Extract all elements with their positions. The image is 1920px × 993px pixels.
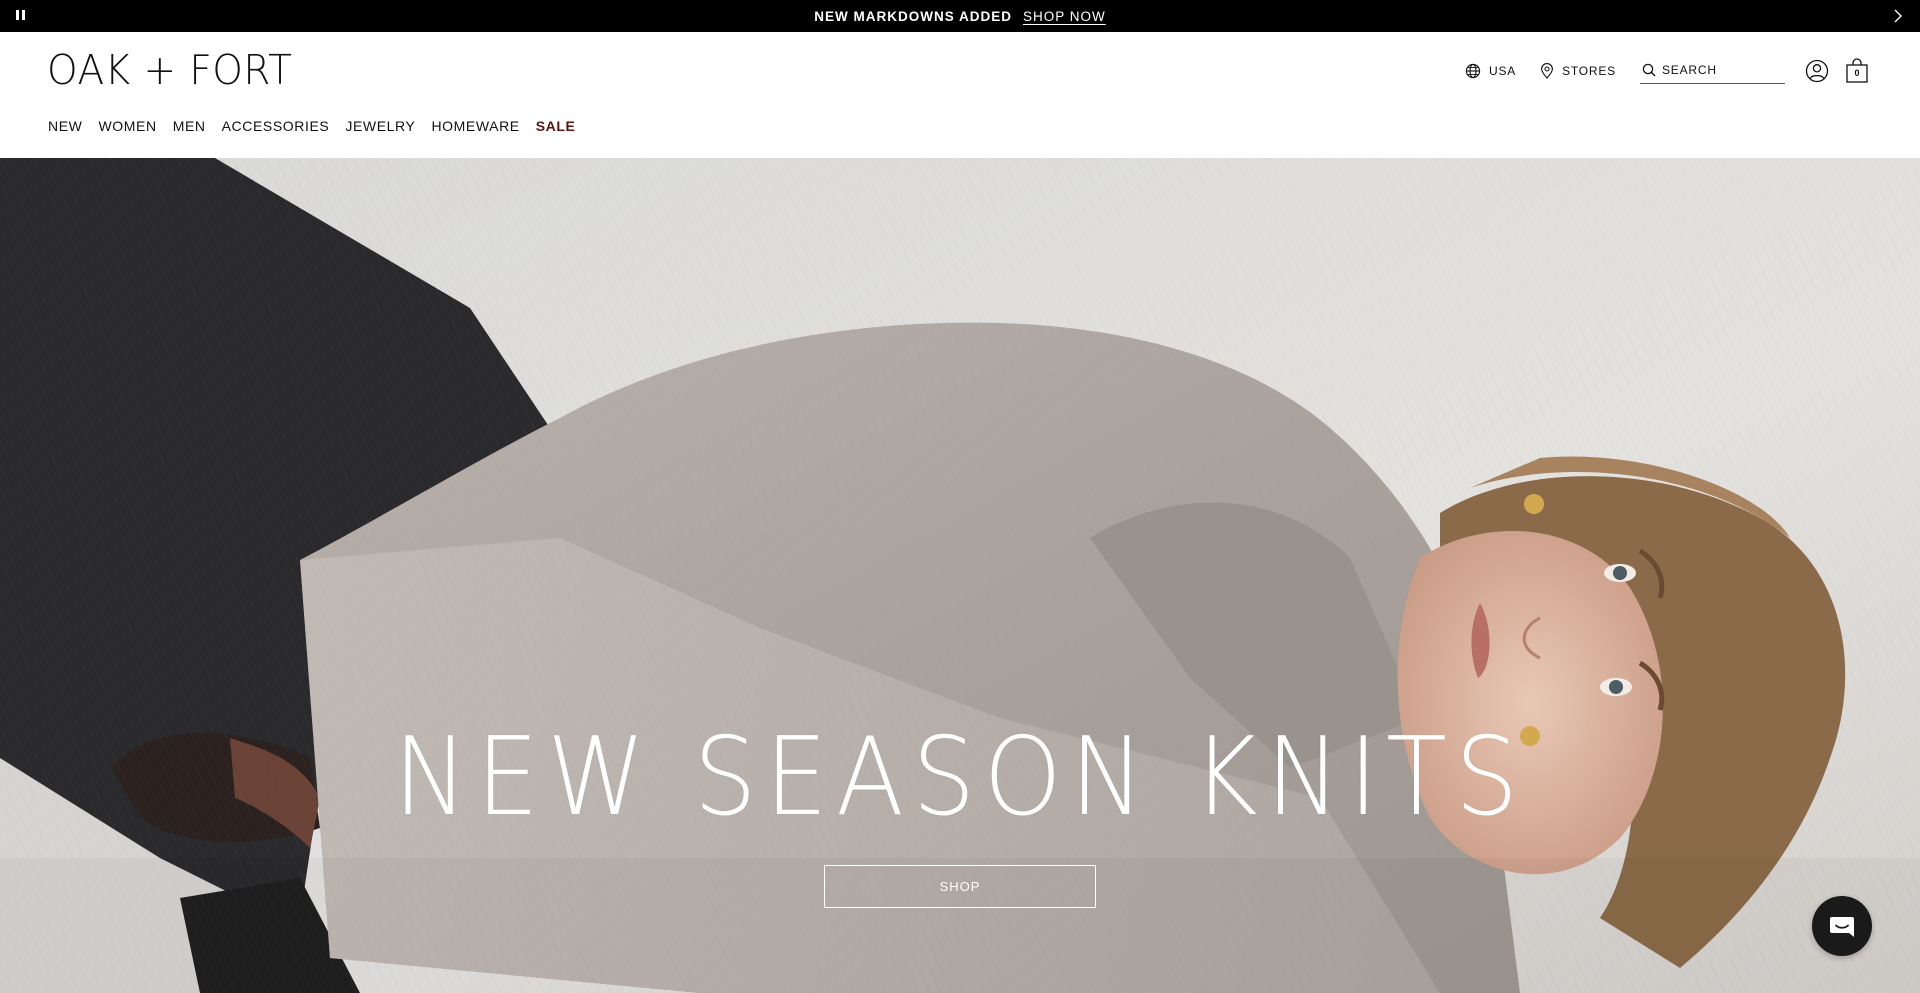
search-field[interactable] bbox=[1640, 58, 1785, 84]
announcement-shop-now-link[interactable]: SHOP NOW bbox=[1023, 9, 1106, 24]
region-label: USA bbox=[1488, 64, 1517, 78]
cart-count-badge: 0 bbox=[1854, 68, 1860, 78]
search-input[interactable] bbox=[1662, 63, 1772, 77]
nav-item-men[interactable]: MEN bbox=[173, 118, 206, 134]
region-selector[interactable]: USA bbox=[1465, 63, 1516, 79]
stores-link[interactable]: STORES bbox=[1540, 63, 1616, 79]
nav-item-sale[interactable]: SALE bbox=[536, 118, 576, 134]
account-icon bbox=[1805, 59, 1829, 83]
nav-item-jewelry[interactable]: JEWELRY bbox=[345, 118, 415, 134]
hero-title: NEW SEASON KNITS bbox=[393, 715, 1527, 840]
announcement-bar: NEW MARKDOWNS ADDED SHOP NOW bbox=[0, 0, 1920, 32]
nav-item-women[interactable]: WOMEN bbox=[98, 118, 156, 134]
stores-label: STORES bbox=[1562, 64, 1616, 78]
map-pin-icon bbox=[1541, 63, 1554, 79]
chevron-right-icon[interactable] bbox=[1890, 8, 1906, 24]
nav-item-new[interactable]: NEW bbox=[48, 118, 82, 134]
chat-widget-button[interactable] bbox=[1812, 896, 1872, 956]
site-header: OAK + FORT NEW WOMEN MEN ACCESSORIES JEW… bbox=[0, 32, 1920, 158]
globe-icon bbox=[1465, 63, 1481, 79]
search-icon bbox=[1642, 63, 1656, 77]
nav-item-accessories[interactable]: ACCESSORIES bbox=[222, 118, 330, 134]
account-button[interactable] bbox=[1801, 55, 1833, 87]
header-utilities: USA STORES SEARCH 0 bbox=[1465, 54, 1873, 88]
announcement-message: NEW MARKDOWNS ADDED bbox=[814, 8, 1012, 24]
pause-icon[interactable] bbox=[16, 10, 28, 22]
hero-banner[interactable]: NEW SEASON KNITS SHOP bbox=[0, 158, 1920, 993]
main-nav: NEW WOMEN MEN ACCESSORIES JEWELRY HOMEWA… bbox=[48, 118, 591, 134]
hero-shop-button[interactable]: SHOP bbox=[824, 865, 1096, 908]
chat-icon bbox=[1830, 917, 1854, 937]
site-logo[interactable]: OAK + FORT bbox=[47, 50, 292, 91]
nav-item-homeware[interactable]: HOMEWARE bbox=[431, 118, 519, 134]
cart-button[interactable]: 0 bbox=[1841, 55, 1873, 87]
